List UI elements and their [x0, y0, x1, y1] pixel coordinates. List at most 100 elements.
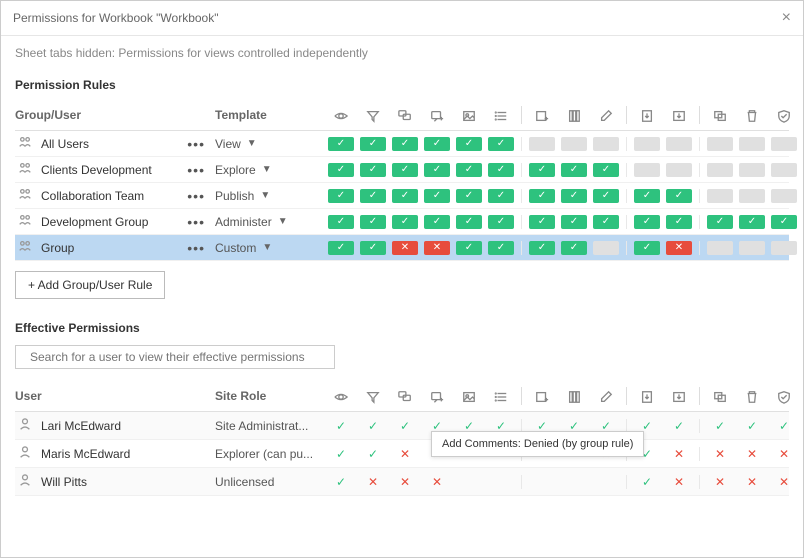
permission-pill[interactable] [707, 215, 733, 229]
permission-pill[interactable] [392, 189, 418, 203]
view-icon [325, 388, 357, 404]
permission-pill[interactable] [424, 215, 450, 229]
permission-pill[interactable] [666, 163, 692, 177]
permission-pill[interactable] [529, 137, 555, 151]
search-input[interactable] [30, 350, 326, 364]
template-select[interactable]: Administer▼ [215, 215, 325, 229]
permission-pill[interactable] [634, 215, 660, 229]
permission-pill[interactable] [771, 137, 797, 151]
permission-pill[interactable] [328, 215, 354, 229]
permission-pill[interactable] [360, 189, 386, 203]
permission-pill[interactable] [424, 137, 450, 151]
permission-pill[interactable] [707, 189, 733, 203]
permission-pill[interactable] [360, 163, 386, 177]
effective-permission: ✓ [642, 475, 652, 489]
permission-pill[interactable] [456, 241, 482, 255]
permission-pill[interactable] [488, 215, 514, 229]
rule-row[interactable]: All Users•••View▼ [15, 131, 789, 157]
permission-pill[interactable] [593, 189, 619, 203]
permission-pill[interactable] [456, 163, 482, 177]
view-icon [325, 107, 357, 123]
permission-pill[interactable] [771, 215, 797, 229]
permission-pill[interactable] [666, 137, 692, 151]
permission-pill[interactable] [456, 137, 482, 151]
permission-pill[interactable] [424, 241, 450, 255]
permission-pill[interactable] [561, 137, 587, 151]
permission-pill[interactable] [392, 241, 418, 255]
permission-pill[interactable] [771, 241, 797, 255]
permission-pill[interactable] [739, 163, 765, 177]
permission-pill[interactable] [529, 163, 555, 177]
permission-pill[interactable] [392, 163, 418, 177]
more-icon[interactable]: ••• [187, 243, 205, 253]
template-select[interactable]: Publish▼ [215, 189, 325, 203]
permission-pill[interactable] [328, 137, 354, 151]
permission-pill[interactable] [360, 241, 386, 255]
permission-pill[interactable] [561, 241, 587, 255]
permission-pill[interactable] [360, 137, 386, 151]
rule-row[interactable]: Clients Development•••Explore▼ [15, 157, 789, 183]
permission-pill[interactable] [529, 189, 555, 203]
permission-pill[interactable] [666, 241, 692, 255]
permission-pill[interactable] [634, 189, 660, 203]
permission-pill[interactable] [488, 163, 514, 177]
permission-pill[interactable] [392, 215, 418, 229]
more-icon[interactable]: ••• [187, 191, 205, 201]
permission-pill[interactable] [488, 137, 514, 151]
permission-pill[interactable] [739, 189, 765, 203]
rule-row[interactable]: Collaboration Team•••Publish▼ [15, 183, 789, 209]
permission-pill[interactable] [707, 241, 733, 255]
user-icon [17, 473, 33, 490]
share-icon [558, 107, 590, 123]
permission-pill[interactable] [328, 189, 354, 203]
permission-pill[interactable] [456, 189, 482, 203]
permission-pill[interactable] [561, 163, 587, 177]
template-select[interactable]: Custom▼ [215, 241, 325, 255]
permission-pill[interactable] [488, 241, 514, 255]
template-select[interactable]: View▼ [215, 137, 325, 151]
add-group-user-button[interactable]: + Add Group/User Rule [15, 271, 165, 299]
permission-pill[interactable] [593, 137, 619, 151]
permission-pill[interactable] [529, 241, 555, 255]
permission-pill[interactable] [561, 215, 587, 229]
permission-pill[interactable] [707, 163, 733, 177]
permission-pill[interactable] [529, 215, 555, 229]
permission-pill[interactable] [771, 189, 797, 203]
close-icon[interactable]: × [782, 9, 791, 27]
effective-search[interactable] [15, 345, 335, 369]
permission-pill[interactable] [739, 137, 765, 151]
effective-row[interactable]: Lari McEdwardSite Administrat...✓✓✓✓✓✓✓✓… [15, 412, 789, 440]
permission-pill[interactable] [666, 215, 692, 229]
effective-row[interactable]: Maris McEdwardExplorer (can pu...✓✓✕✕✓✓✓… [15, 440, 789, 468]
permission-pill[interactable] [634, 137, 660, 151]
permission-pill[interactable] [424, 189, 450, 203]
permission-pill[interactable] [739, 215, 765, 229]
permission-pill[interactable] [424, 163, 450, 177]
permission-pill[interactable] [456, 215, 482, 229]
permission-pill[interactable] [666, 189, 692, 203]
set-permissions-icon [768, 107, 800, 123]
permission-pill[interactable] [739, 241, 765, 255]
more-icon[interactable]: ••• [187, 217, 205, 227]
permission-pill[interactable] [593, 241, 619, 255]
permission-pill[interactable] [707, 137, 733, 151]
permission-pill[interactable] [593, 215, 619, 229]
set-permissions-icon [768, 388, 800, 404]
permission-pill[interactable] [771, 163, 797, 177]
permission-pill[interactable] [392, 137, 418, 151]
permission-pill[interactable] [488, 189, 514, 203]
permission-pill[interactable] [328, 163, 354, 177]
effective-row[interactable]: Will PittsUnlicensed✓✕✕✕✓✕✕✕✕ [15, 468, 789, 496]
permission-pill[interactable] [593, 163, 619, 177]
template-select[interactable]: Explore▼ [215, 163, 325, 177]
permission-pill[interactable] [328, 241, 354, 255]
permission-pill[interactable] [360, 215, 386, 229]
rule-row[interactable]: Development Group•••Administer▼ [15, 209, 789, 235]
permission-pill[interactable] [561, 189, 587, 203]
permission-pill[interactable] [634, 241, 660, 255]
more-icon[interactable]: ••• [187, 165, 205, 175]
rule-row[interactable]: Group•••Custom▼ [15, 235, 789, 261]
more-icon[interactable]: ••• [187, 139, 205, 149]
permission-pill[interactable] [634, 163, 660, 177]
effective-permission: ✓ [400, 419, 410, 433]
